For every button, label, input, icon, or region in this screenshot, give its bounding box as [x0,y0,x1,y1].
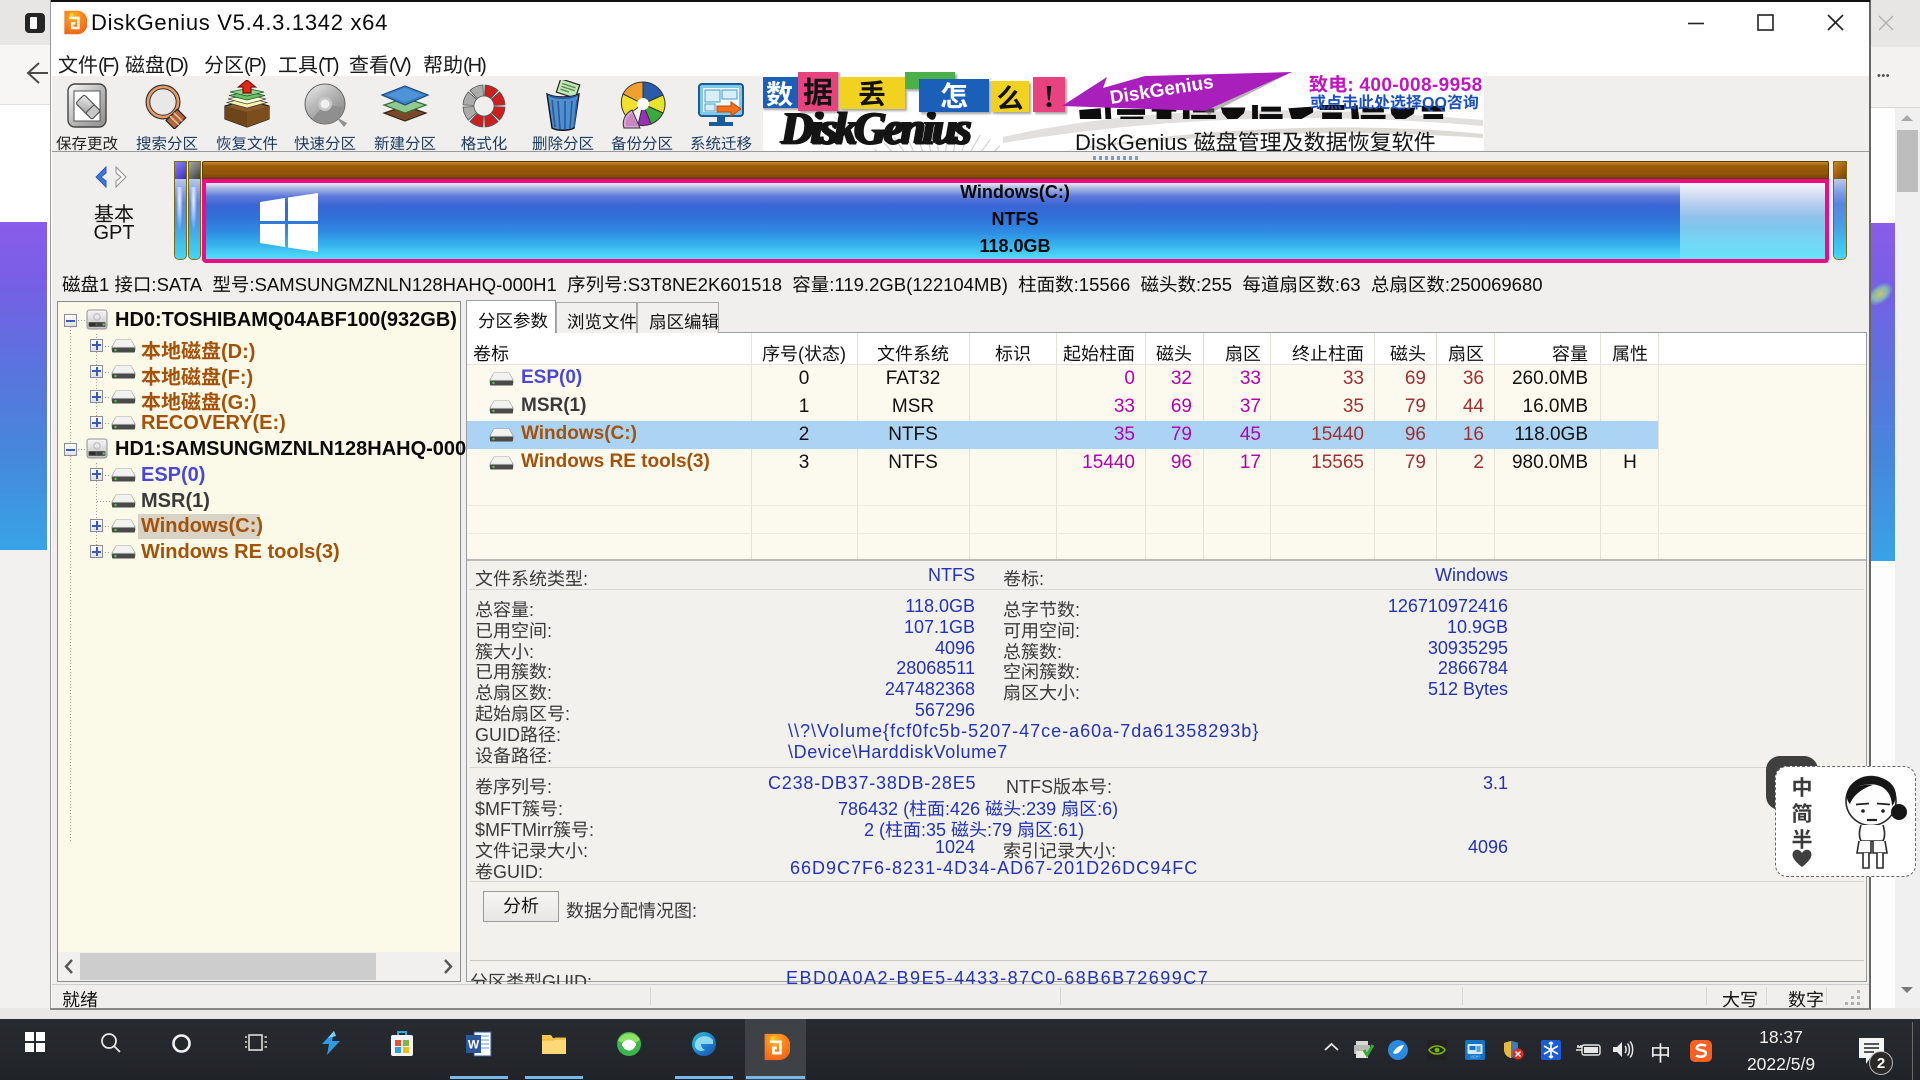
svg-text:W: W [468,1038,480,1052]
svg-text:intel: intel [1470,1055,1479,1061]
